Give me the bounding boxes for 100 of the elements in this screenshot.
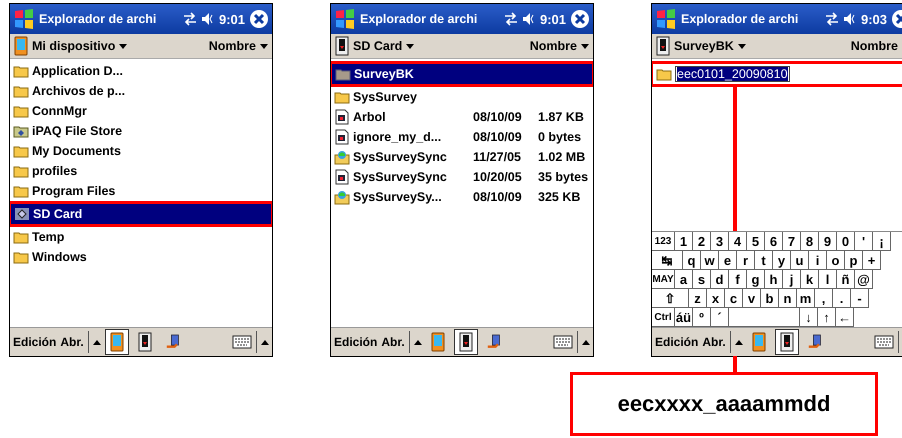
file-row[interactable]: iPAQ File Store [10,121,272,141]
space-key[interactable] [729,308,800,327]
keyboard-key[interactable]: . [833,289,851,308]
keyboard-key[interactable]: , [815,289,833,308]
file-row[interactable]: SysSurveySync 10/20/05 35 bytes [331,167,593,187]
keyboard-key[interactable]: 4 [729,232,747,251]
keyboard-key[interactable]: y [773,251,791,270]
keyboard-key[interactable]: x [707,289,725,308]
start-flag-icon[interactable] [334,8,356,30]
up-arrow-icon[interactable] [261,340,269,344]
location-dropdown[interactable]: SD Card [335,36,525,56]
menu-item[interactable]: Abr. [702,335,726,349]
keyboard-key[interactable]: 9 [819,232,837,251]
keyboard-key[interactable]: 1 [675,232,693,251]
keyboard-key[interactable]: 123 [652,232,675,251]
keyboard-key[interactable]: d [711,270,729,289]
up-arrow-icon[interactable] [92,340,101,344]
keyboard-key[interactable]: ´ [711,308,729,327]
sort-dropdown[interactable]: Nombre [208,39,268,53]
keyboard-key[interactable]: ' [855,232,873,251]
keyboard-key[interactable]: e [719,251,737,270]
location-dropdown[interactable]: Mi dispositivo [14,36,204,56]
start-flag-icon[interactable] [13,8,35,30]
keyboard-key[interactable]: g [747,270,765,289]
file-row[interactable]: SurveyBK [332,64,592,84]
file-row[interactable]: SD Card [11,204,271,224]
keyboard-icon[interactable] [553,335,573,349]
file-row[interactable]: ignore_my_d... 08/10/09 0 bytes [331,127,593,147]
keyboard-key[interactable]: m [797,289,815,308]
keyboard-key[interactable]: q [683,251,701,270]
rename-field[interactable]: eec0101_20090810 [675,66,790,82]
keyboard-key[interactable]: 8 [801,232,819,251]
close-icon[interactable] [570,9,590,29]
menu-item[interactable]: Edición [334,335,378,349]
keyboard-key[interactable]: z [689,289,707,308]
keyboard-key[interactable]: ¡ [873,232,891,251]
file-row[interactable]: SysSurveySy... 08/10/09 325 KB [331,187,593,207]
keyboard-key[interactable]: + [863,251,881,270]
sort-dropdown[interactable]: Nombre [530,39,589,53]
keyboard-key[interactable]: l [819,270,837,289]
keyboard-key[interactable]: 7 [783,232,801,251]
up-arrow-icon[interactable] [734,340,743,344]
keyboard-key[interactable]: - [851,289,869,308]
keyboard-key[interactable]: t [755,251,773,270]
keyboard-key[interactable]: n [779,289,797,308]
toolbar-button[interactable] [774,329,799,355]
close-icon[interactable] [249,9,269,29]
menu-item[interactable]: Abr. [60,335,84,349]
keyboard-key[interactable]: ← [836,308,854,327]
keyboard-key[interactable]: @ [855,270,873,289]
toolbar-button[interactable] [104,329,129,355]
keyboard-key[interactable]: i [809,251,827,270]
up-arrow-icon[interactable] [582,340,590,344]
sort-dropdown[interactable]: Nombre [850,39,902,53]
menu-item[interactable]: Abr. [381,335,405,349]
keyboard-key[interactable]: áü [675,308,693,327]
start-flag-icon[interactable] [655,8,677,30]
file-row[interactable]: Program Files [10,181,272,201]
file-row[interactable]: Temp [10,227,272,247]
keyboard-key[interactable]: 6 [765,232,783,251]
keyboard-key[interactable]: 0 [837,232,855,251]
file-row[interactable]: eec0101_20090810 [653,64,902,84]
menu-item[interactable]: Edición [13,335,56,349]
file-row[interactable]: Arbol 08/10/09 1.87 KB [331,107,593,127]
file-row[interactable]: Application D... [10,61,272,81]
location-dropdown[interactable]: SurveyBK [656,36,846,56]
file-row[interactable]: Archivos de p... [10,81,272,101]
keyboard-key[interactable]: k [801,270,819,289]
keyboard-key[interactable]: 5 [747,232,765,251]
keyboard-key[interactable]: MAY [652,270,675,289]
keyboard-key[interactable]: c [725,289,743,308]
toolbar-button[interactable] [454,329,478,355]
file-row[interactable]: Windows [10,247,272,267]
keyboard-key[interactable]: o [827,251,845,270]
keyboard-key[interactable]: ↓ [800,308,818,327]
keyboard-key[interactable]: f [729,270,747,289]
keyboard-icon[interactable] [874,335,894,349]
file-row[interactable]: ConnMgr [10,101,272,121]
keyboard-key[interactable]: j [783,270,801,289]
keyboard-key[interactable]: a [675,270,693,289]
up-arrow-icon[interactable] [414,340,422,344]
keyboard-key[interactable]: h [765,270,783,289]
keyboard-key[interactable]: Ctrl [652,308,675,327]
keyboard-key[interactable]: ⇧ [652,289,689,308]
keyboard-key[interactable]: u [791,251,809,270]
file-row[interactable]: profiles [10,161,272,181]
keyboard-key[interactable]: s [693,270,711,289]
keyboard-key[interactable]: p [845,251,863,270]
keyboard-key[interactable]: b [761,289,779,308]
keyboard-key[interactable]: ↑ [818,308,836,327]
keyboard-key[interactable]: 2 [693,232,711,251]
keyboard-icon[interactable] [232,335,252,349]
menu-item[interactable]: Edición [655,335,698,349]
keyboard-key[interactable]: 3 [711,232,729,251]
keyboard-key[interactable]: ↹ [652,251,683,270]
keyboard-key[interactable]: º [693,308,711,327]
file-row[interactable]: SysSurvey [331,87,593,107]
file-row[interactable]: My Documents [10,141,272,161]
keyboard-key[interactable]: r [737,251,755,270]
keyboard-key[interactable]: ñ [837,270,855,289]
